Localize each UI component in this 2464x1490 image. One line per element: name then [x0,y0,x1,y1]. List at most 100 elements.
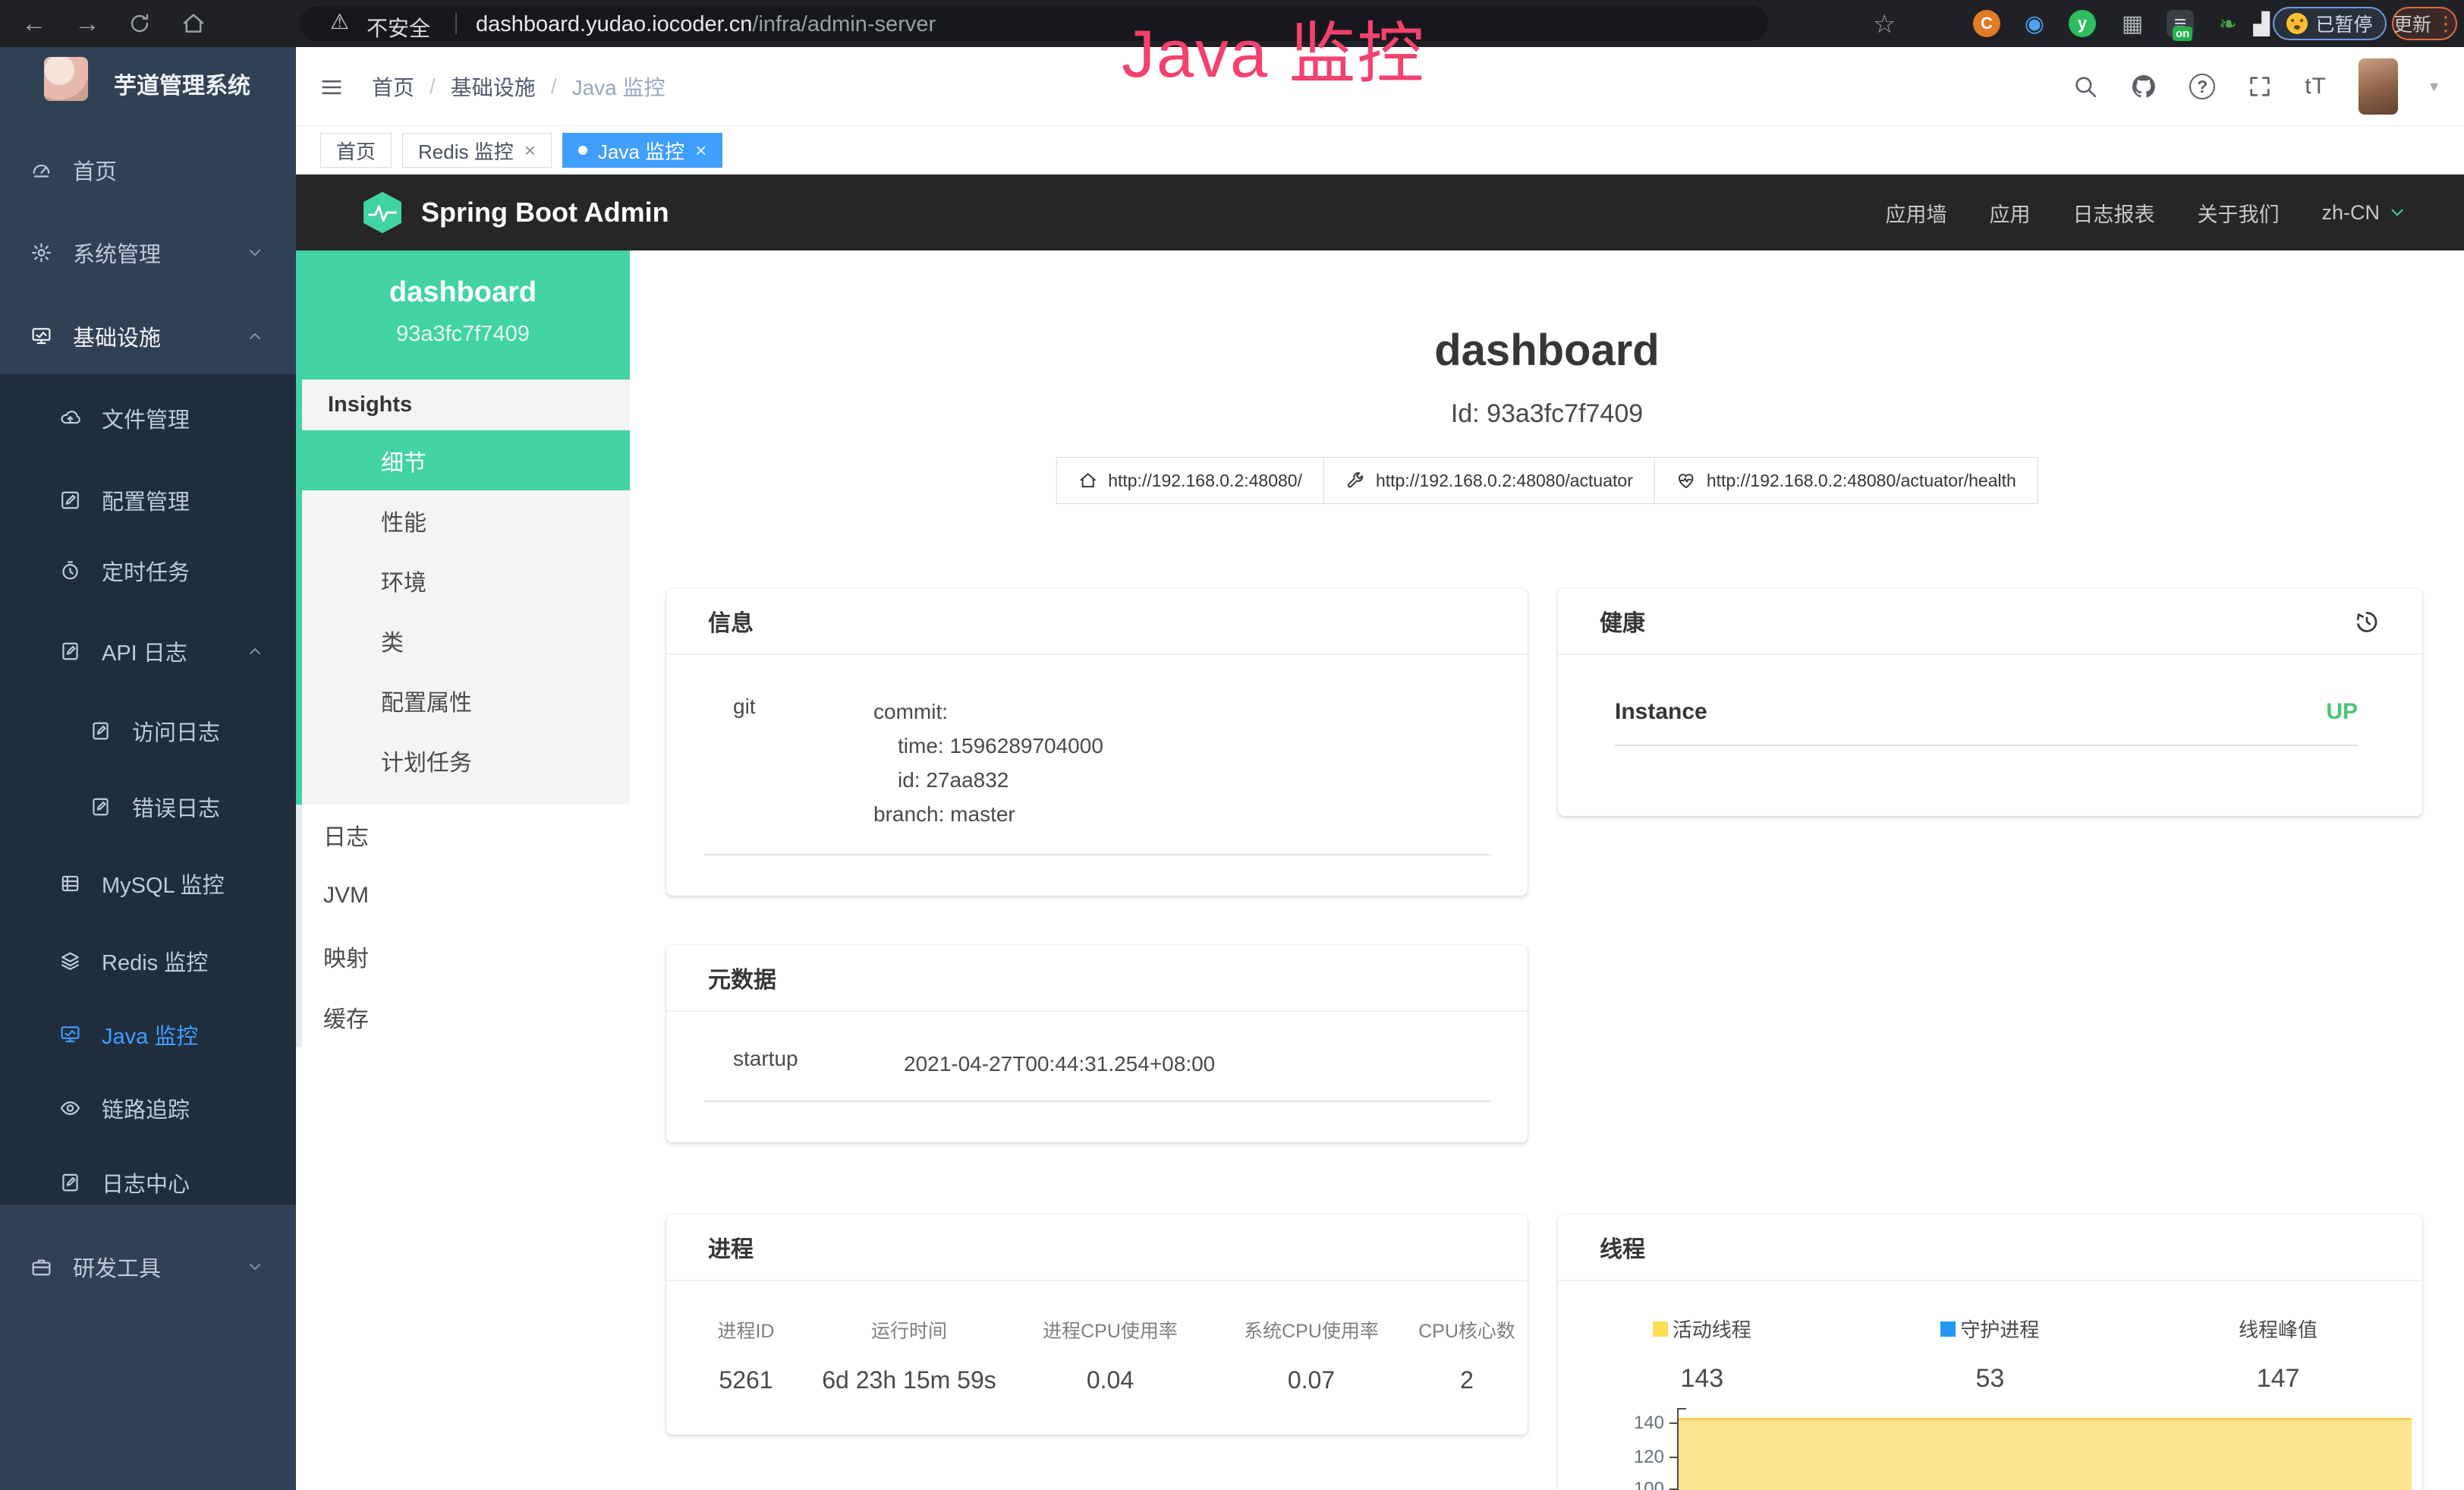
browser-forward-icon[interactable]: → [74,0,100,47]
health-status-badge: UP [2326,699,2358,725]
sidebar-item-label: 基础设施 [73,320,161,352]
sidebar-item-error-log[interactable]: 错误日志 [0,780,296,834]
sidebar-item-infra[interactable]: 基础设施 [0,309,296,364]
sba-nav-applications[interactable]: 应用 [1989,198,2030,228]
browser-back-icon[interactable]: ← [21,0,47,47]
threads-card: 线程 活动线程 143 守护进程 53 线程峰值 147 140 120 100 [1558,1214,2422,1490]
extension-icon-1[interactable]: C [1973,10,2000,37]
search-icon[interactable] [2072,74,2098,99]
log-icon [59,641,81,663]
sba-sidebar: dashboard 93a3fc7f7409 Insights 细节 性能 环境… [296,250,630,1490]
health-card: 健康 Instance UP [1558,588,2422,816]
address-bar[interactable]: ⚠ 不安全 dashboard.yudao.iocoder.cn/infra/a… [300,6,1768,41]
browser-home-icon[interactable] [181,11,206,36]
github-icon[interactable] [2130,73,2157,100]
paused-badge[interactable]: 已暂停 [2273,7,2387,40]
extension-leaf-icon[interactable]: ❧ [2214,10,2242,37]
sidebar-item-config-mgmt[interactable]: 配置管理 [0,473,296,528]
sidebar-item-dev-tools[interactable]: 研发工具 [0,1240,296,1294]
sidebar-item-java-monitor[interactable]: Java 监控 [0,1007,296,1062]
sba-item-logs[interactable]: 日志 [302,805,630,865]
sidebar-item-scheduled-tasks[interactable]: 定时任务 [0,543,296,598]
sba-nav-wallboard[interactable]: 应用墙 [1885,198,1946,228]
sidebar-item-home[interactable]: 首页 [0,143,296,197]
instance-id-line: Id: 93a3fc7f7409 [630,399,2464,429]
heartbeat-icon [1676,471,1696,490]
monitor-icon [30,326,52,348]
sidebar-item-api-log[interactable]: API 日志 [0,624,296,679]
sba-item-details[interactable]: 细节 [296,430,630,490]
process-cpu-value: 0.04 [1008,1366,1213,1394]
history-icon[interactable] [2353,607,2381,635]
sidebar-item-redis-monitor[interactable]: Redis 监控 [0,934,296,988]
sba-section-insights: Insights [302,380,630,430]
process-uptime-value: 6d 23h 15m 59s [810,1366,1008,1394]
sidebar-item-tracing[interactable]: 链路追踪 [0,1081,296,1136]
user-avatar[interactable] [2359,58,2398,115]
fullscreen-icon[interactable] [2247,74,2273,99]
sba-item-classes[interactable]: 类 [302,610,630,670]
sba-nav-journal[interactable]: 日志报表 [2072,198,2154,228]
info-card-title: 信息 [666,588,1528,655]
security-label[interactable]: 不安全 [367,12,430,43]
sba-item-scheduled[interactable]: 计划任务 [302,730,630,790]
url-text[interactable]: dashboard.yudao.iocoder.cn/infra/admin-s… [476,12,936,37]
hamburger-icon[interactable] [319,74,345,100]
tab-home[interactable]: 首页 [320,133,392,168]
chevron-down-icon [246,244,264,262]
breadcrumb-home[interactable]: 首页 [372,71,414,102]
sba-item-caches[interactable]: 缓存 [302,987,630,1047]
app-logo-row[interactable]: 芋道管理系统 [0,47,296,115]
process-col-cpu: 进程CPU使用率 [1008,1316,1213,1344]
sba-nav-about[interactable]: 关于我们 [2197,198,2279,228]
tab-redis-monitor[interactable]: Redis 监控 × [402,133,552,168]
sidebar-item-access-log[interactable]: 访问日志 [0,704,296,758]
health-instance-row[interactable]: Instance UP [1558,655,2422,725]
sba-locale-label: zh-CN [2321,201,2380,225]
sidebar-item-file-mgmt[interactable]: 文件管理 [0,391,296,446]
sidebar-item-log-center[interactable]: 日志中心 [0,1155,296,1210]
health-url-button[interactable]: http://192.168.0.2:48080/actuator/health [1654,457,2038,504]
help-icon[interactable]: ? [2189,74,2215,99]
axis-tick [1669,1457,1679,1458]
font-size-icon[interactable]: tT [2305,74,2327,99]
sba-locale-select[interactable]: zh-CN [2321,201,2407,225]
sidebar-item-mysql-monitor[interactable]: MySQL 监控 [0,856,296,911]
sidebar-item-system[interactable]: 系统管理 [0,225,296,280]
sba-item-metrics[interactable]: 性能 [302,490,630,550]
update-button[interactable]: 更新 ⋮ [2392,7,2457,40]
extension-icon-2[interactable]: y [2069,10,2096,37]
extension-onetab-icon[interactable]: ≡on [2167,10,2194,37]
sba-item-mappings[interactable]: 映射 [302,926,630,987]
git-id-line: id: 27aa832 [873,763,1103,797]
tab-java-monitor[interactable]: Java 监控 × [562,133,722,168]
extension-pin-icon[interactable]: ◉ [2021,10,2048,37]
breadcrumb-java-monitor: Java 监控 [572,71,666,102]
sba-instance-header[interactable]: dashboard 93a3fc7f7409 [296,250,630,380]
sba-item-environment[interactable]: 环境 [302,550,630,610]
actuator-url-button[interactable]: http://192.168.0.2:48080/actuator [1323,457,1655,504]
metadata-card-body: startup 2021-04-27T00:44:31.254+08:00 [666,1012,1528,1102]
avatar-caret-icon[interactable]: ▾ [2430,77,2438,96]
sba-item-config-props[interactable]: 配置属性 [302,670,630,730]
extensions-puzzle-icon[interactable]: ▟ [2248,10,2275,37]
sba-brand[interactable]: Spring Boot Admin [360,175,669,250]
browser-reload-icon[interactable] [127,11,152,36]
process-col-cores: CPU核心数 [1410,1316,1524,1344]
sba-item-jvm[interactable]: JVM [302,865,630,926]
chevron-down-icon [246,1258,264,1276]
layers-icon [59,950,81,972]
tab-close-icon[interactable]: × [695,139,706,162]
process-col-syscpu: 系统CPU使用率 [1213,1316,1410,1344]
bookmark-star-icon[interactable]: ☆ [1873,9,1896,39]
service-url-button[interactable]: http://192.168.0.2:48080/ [1056,457,1324,504]
home-icon [1078,471,1097,490]
tab-close-icon[interactable]: × [524,139,536,162]
extension-grid-icon[interactable]: ▦ [2119,10,2146,37]
daemon-threads-label: 守护进程 [1960,1315,2039,1343]
annotation-java-monitor: Java 监控 [1122,0,1425,96]
breadcrumb-infra[interactable]: 基础设施 [451,71,536,102]
browser-menu-icon[interactable]: ⋮ [2436,14,2456,33]
sidebar-item-label: Redis 监控 [102,945,208,977]
metadata-card: 元数据 startup 2021-04-27T00:44:31.254+08:0… [666,945,1528,1142]
